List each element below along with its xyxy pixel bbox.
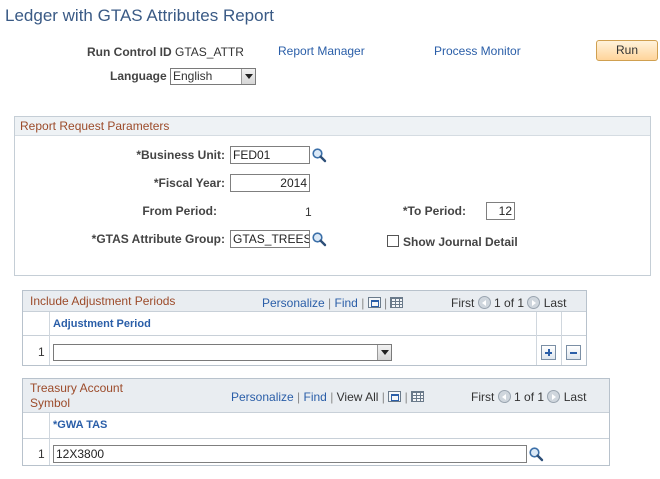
title-line-2: Symbol bbox=[30, 396, 71, 410]
spreadsheet-icon[interactable] bbox=[390, 297, 404, 308]
last-label[interactable]: Last bbox=[564, 390, 587, 404]
arrow-right-icon[interactable] bbox=[547, 390, 561, 403]
magnifier-icon[interactable] bbox=[311, 147, 327, 163]
arrow-right-icon[interactable] bbox=[527, 296, 541, 309]
adjustment-periods-pager: First 1 of 1 Last bbox=[451, 296, 566, 310]
gtas-attribute-group-input[interactable]: GTAS_TREES bbox=[230, 230, 310, 248]
language-select[interactable]: English bbox=[170, 68, 256, 85]
magnifier-icon[interactable] bbox=[311, 231, 327, 247]
view-all-link[interactable]: View All bbox=[337, 390, 379, 404]
personalize-link[interactable]: Personalize bbox=[262, 296, 325, 310]
gwa-tas-input[interactable]: 12X3800 bbox=[53, 445, 527, 463]
magnifier-icon[interactable] bbox=[528, 446, 544, 462]
treasury-account-symbol-column-row bbox=[23, 413, 609, 439]
treasury-account-symbol-pager: First 1 of 1 Last bbox=[471, 390, 586, 404]
treasury-account-symbol-nav: Personalize | Find | View All | | bbox=[231, 390, 425, 404]
first-label[interactable]: First bbox=[471, 390, 494, 404]
column-divider bbox=[49, 413, 50, 465]
fiscal-year-label: *Fiscal Year: bbox=[153, 176, 225, 190]
show-journal-detail-checkbox[interactable] bbox=[387, 235, 399, 247]
column-divider bbox=[561, 312, 562, 365]
language-label: Language bbox=[110, 69, 167, 83]
run-control-id-value: GTAS_ATTR bbox=[175, 45, 244, 59]
arrow-left-icon[interactable] bbox=[477, 296, 491, 309]
row-number: 1 bbox=[38, 447, 45, 461]
gtas-attribute-group-label: *GTAS Attribute Group: bbox=[91, 232, 225, 246]
to-period-label: *To Period: bbox=[402, 204, 466, 218]
row-number: 1 bbox=[38, 345, 45, 359]
find-link[interactable]: Find bbox=[335, 296, 358, 310]
process-monitor-link[interactable]: Process Monitor bbox=[434, 44, 521, 58]
business-unit-label: *Business Unit: bbox=[136, 148, 225, 162]
page-range: 1 of 1 bbox=[494, 296, 525, 310]
arrow-left-icon[interactable] bbox=[497, 390, 511, 403]
column-divider bbox=[536, 312, 537, 365]
report-request-parameters-group: Report Request Parameters bbox=[14, 116, 651, 276]
run-control-id-label: Run Control ID bbox=[87, 45, 172, 59]
from-period-value: 1 bbox=[305, 205, 312, 219]
to-period-input[interactable]: 12 bbox=[486, 202, 515, 220]
chevron-down-icon bbox=[377, 345, 391, 360]
title-line-1: Treasury Account bbox=[30, 381, 123, 395]
page-range: 1 of 1 bbox=[514, 390, 545, 404]
column-divider bbox=[49, 312, 50, 365]
popup-icon[interactable] bbox=[367, 297, 381, 308]
first-label[interactable]: First bbox=[451, 296, 474, 310]
report-request-parameters-header: Report Request Parameters bbox=[15, 117, 650, 136]
personalize-link[interactable]: Personalize bbox=[231, 390, 294, 404]
adjustment-period-select[interactable] bbox=[53, 344, 392, 361]
popup-icon[interactable] bbox=[388, 391, 402, 402]
report-manager-link[interactable]: Report Manager bbox=[278, 44, 365, 58]
adjustment-periods-title: Include Adjustment Periods bbox=[30, 294, 176, 308]
adjustment-period-column-header[interactable]: Adjustment Period bbox=[53, 318, 151, 330]
adjustment-periods-nav: Personalize | Find | | bbox=[262, 296, 404, 310]
find-link[interactable]: Find bbox=[304, 390, 327, 404]
fiscal-year-input[interactable]: 2014 bbox=[230, 174, 310, 192]
treasury-account-symbol-title: Treasury Account Symbol bbox=[30, 381, 123, 411]
run-button[interactable]: Run bbox=[596, 40, 658, 61]
business-unit-input[interactable]: FED01 bbox=[230, 146, 310, 164]
delete-row-button[interactable] bbox=[566, 345, 581, 360]
gwa-tas-column-header[interactable]: *GWA TAS bbox=[53, 419, 107, 431]
language-select-value: English bbox=[173, 69, 213, 83]
chevron-down-icon bbox=[241, 69, 255, 84]
spreadsheet-icon[interactable] bbox=[411, 391, 425, 402]
show-journal-detail-label: Show Journal Detail bbox=[403, 235, 518, 249]
page-title: Ledger with GTAS Attributes Report bbox=[5, 6, 274, 25]
last-label[interactable]: Last bbox=[544, 296, 567, 310]
add-row-button[interactable] bbox=[541, 345, 556, 360]
from-period-label: From Period: bbox=[142, 204, 217, 218]
